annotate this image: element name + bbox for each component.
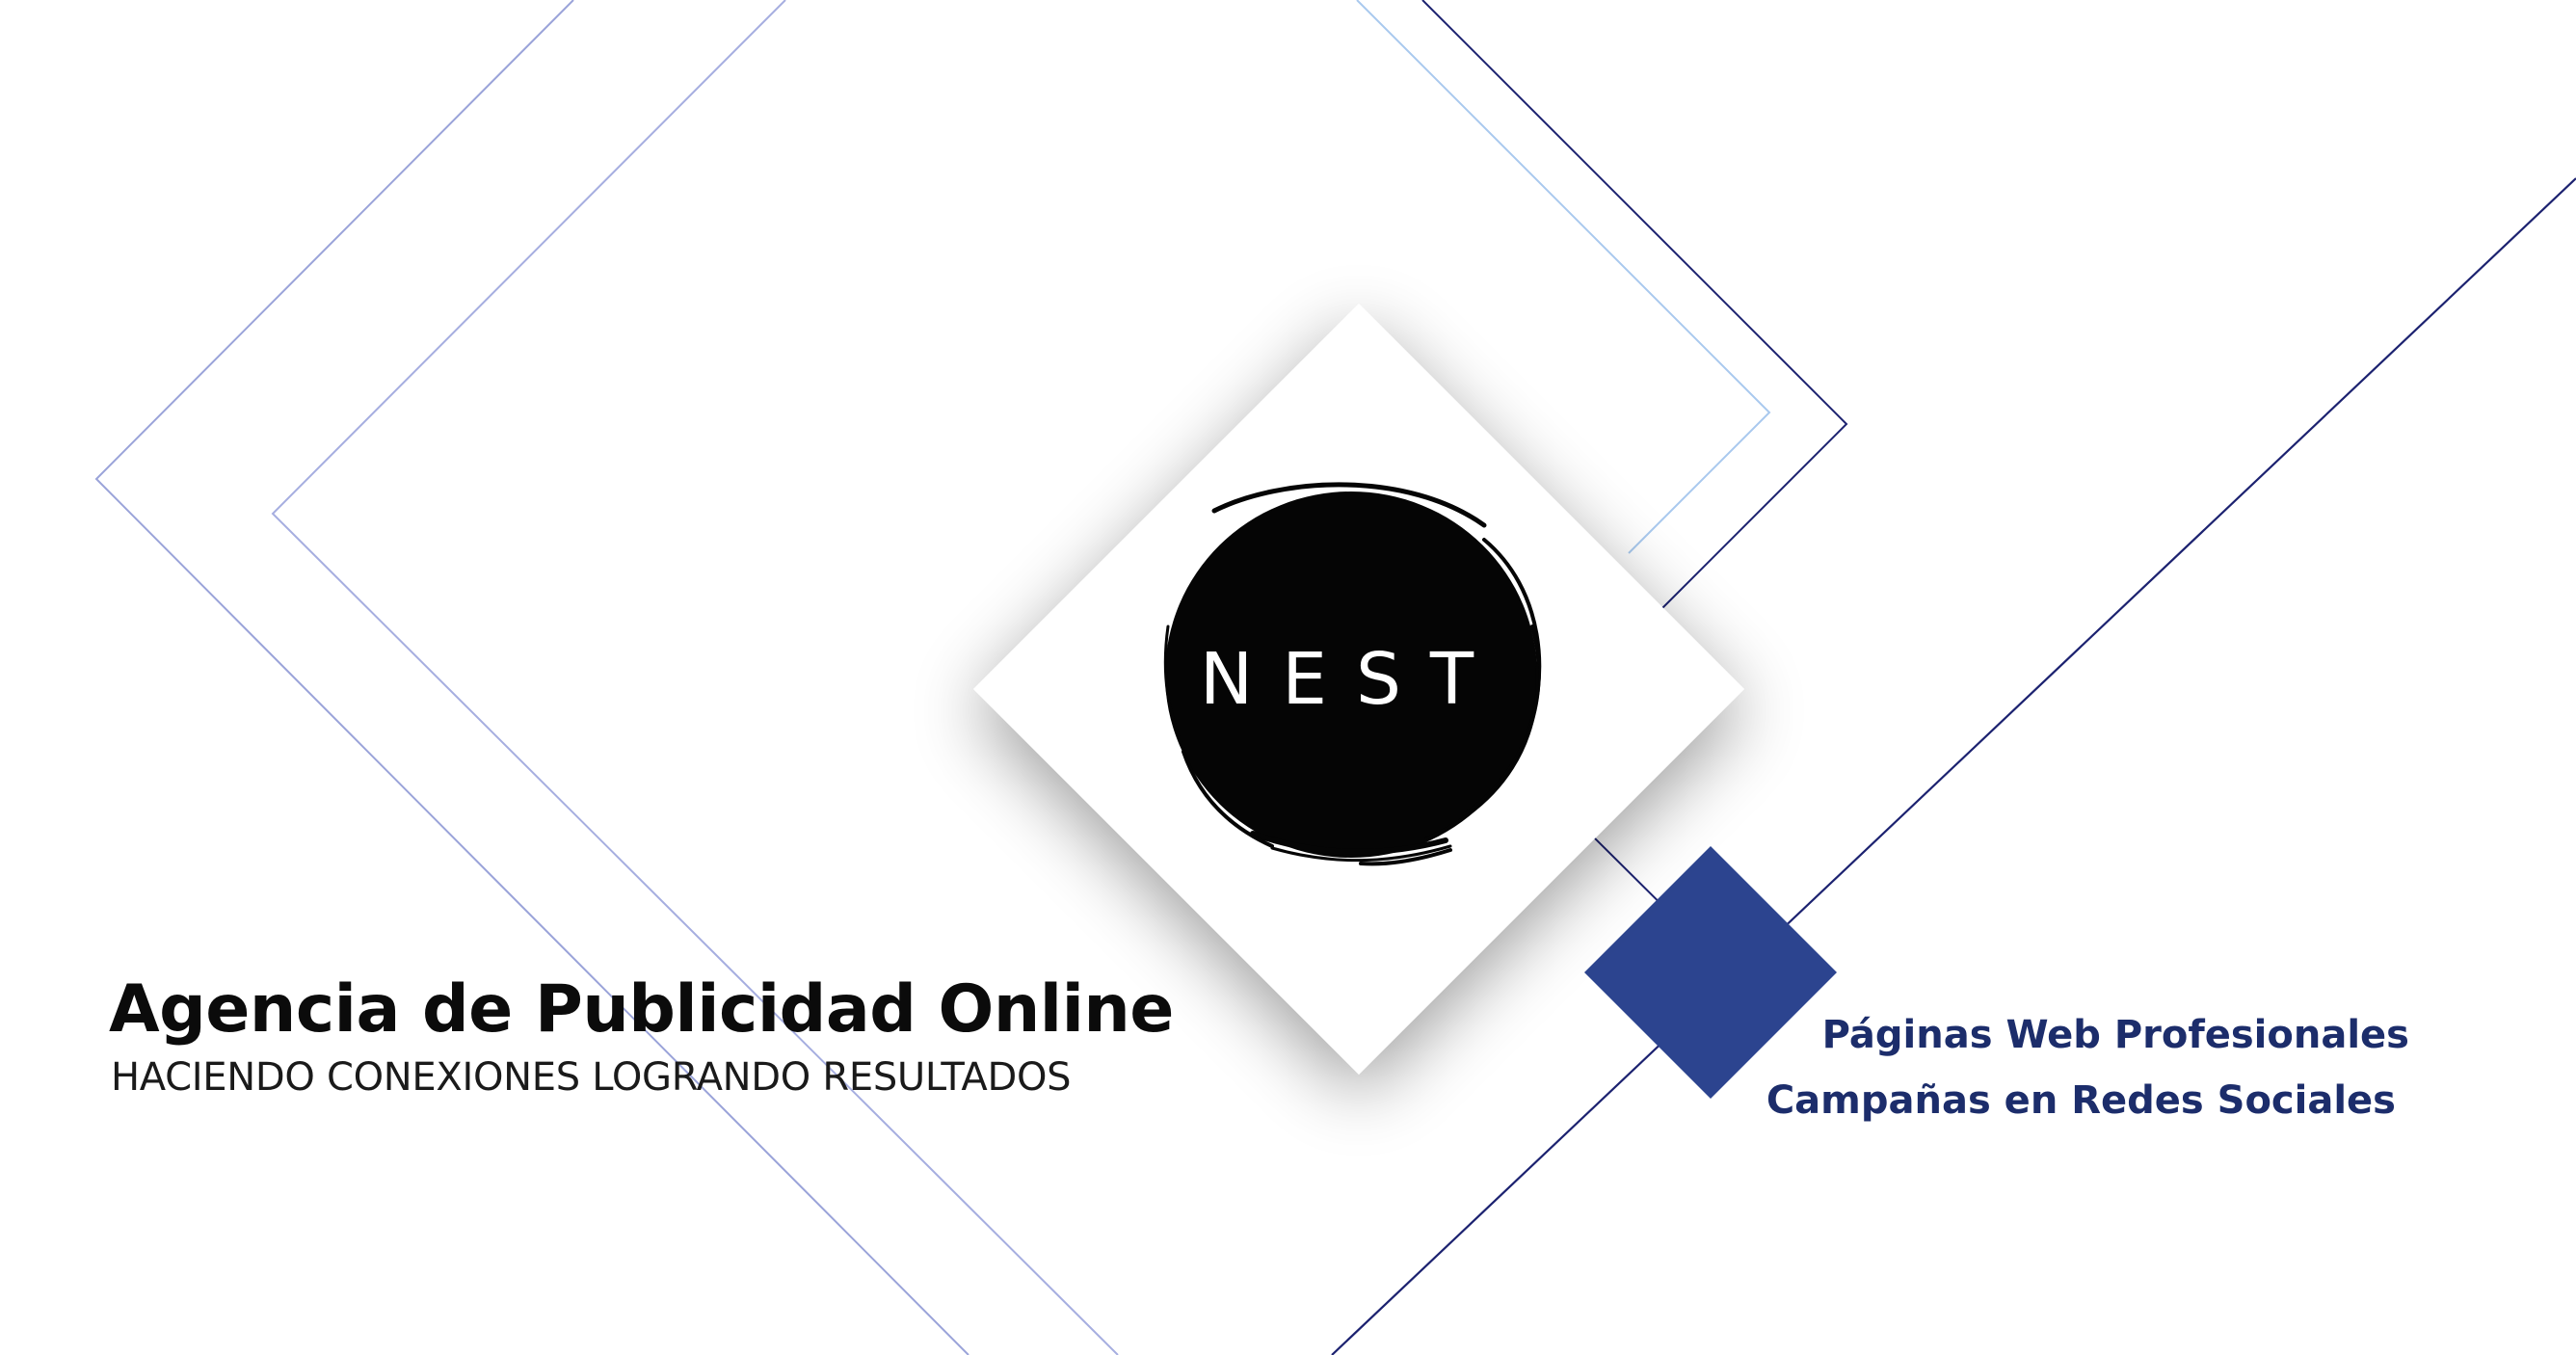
services-list: Páginas Web Profesionales Campañas en Re… xyxy=(1735,1002,2409,1133)
service-item-social: Campañas en Redes Sociales xyxy=(1766,1078,2396,1123)
headline-block: Agencia de Publicidad Online HACIENDO CO… xyxy=(109,971,1198,1101)
banner: NEST Agencia de Publicidad Online HACIEN… xyxy=(0,0,2576,1355)
service-item-web: Páginas Web Profesionales xyxy=(1821,1013,2409,1057)
background-graphics: NEST xyxy=(94,0,2576,1355)
tagline: HACIENDO CONEXIONES LOGRANDO RESULTADOS xyxy=(111,1055,1072,1101)
outer-lavender-line xyxy=(94,0,969,1355)
logo-text: NEST xyxy=(1200,638,1502,721)
headline: Agencia de Publicidad Online xyxy=(109,971,1174,1048)
